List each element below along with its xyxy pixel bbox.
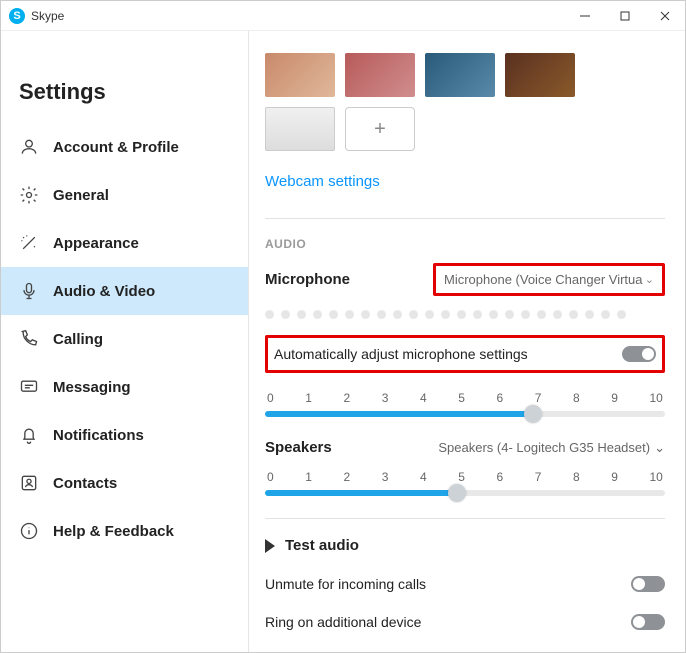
sidebar-item-general[interactable]: General	[1, 171, 248, 219]
speakers-label: Speakers	[265, 439, 332, 456]
microphone-dropdown[interactable]: Microphone (Voice Changer Virtua	[444, 272, 643, 287]
gear-icon	[19, 185, 39, 205]
sidebar-item-audio-video[interactable]: Audio & Video	[1, 267, 248, 315]
auto-adjust-label: Automatically adjust microphone settings	[274, 346, 528, 362]
background-thumbnail[interactable]	[265, 107, 335, 151]
unmute-label: Unmute for incoming calls	[265, 576, 426, 592]
sidebar-item-account[interactable]: Account & Profile	[1, 123, 248, 171]
sidebar-item-label: Account & Profile	[53, 139, 179, 156]
settings-main: + Webcam settings AUDIO Microphone Micro…	[249, 31, 685, 652]
speakers-dropdown[interactable]: Speakers (4- Logitech G35 Headset) ⌄	[438, 440, 665, 456]
sidebar-item-label: Audio & Video	[53, 283, 155, 300]
microphone-row: Microphone Microphone (Voice Changer Vir…	[265, 263, 665, 296]
contacts-icon	[19, 473, 39, 493]
person-icon	[19, 137, 39, 157]
slider-ticks: 012345678910	[265, 391, 665, 405]
sidebar-item-calling[interactable]: Calling	[1, 315, 248, 363]
chevron-down-icon: ⌄	[654, 440, 665, 456]
slider-ticks: 012345678910	[265, 470, 665, 484]
chevron-down-icon: ⌄	[645, 273, 654, 286]
sidebar-item-messaging[interactable]: Messaging	[1, 363, 248, 411]
background-thumbnail[interactable]	[505, 53, 575, 97]
ring-additional-toggle[interactable]	[631, 614, 665, 630]
titlebar: S Skype	[1, 1, 685, 31]
annotation-highlight: Automatically adjust microphone settings	[265, 335, 665, 373]
settings-sidebar: Settings Account & Profile General Appea…	[1, 31, 249, 652]
unmute-incoming-toggle[interactable]	[631, 576, 665, 592]
microphone-volume-slider[interactable]: 012345678910	[265, 391, 665, 417]
close-button[interactable]	[645, 1, 685, 31]
slider-thumb[interactable]	[524, 405, 542, 423]
annotation-highlight: Microphone (Voice Changer Virtua ⌄	[433, 263, 665, 296]
sidebar-item-label: Calling	[53, 331, 103, 348]
ring-label: Ring on additional device	[265, 614, 421, 630]
settings-heading: Settings	[1, 79, 248, 123]
slider-thumb[interactable]	[448, 484, 466, 502]
divider	[265, 518, 665, 519]
microphone-label: Microphone	[265, 271, 350, 288]
sidebar-item-label: Messaging	[53, 379, 131, 396]
wand-icon	[19, 233, 39, 253]
ring-additional-row: Ring on additional device	[265, 614, 665, 630]
background-thumbnails-row-1	[265, 53, 665, 97]
sidebar-item-label: General	[53, 187, 109, 204]
sidebar-item-appearance[interactable]: Appearance	[1, 219, 248, 267]
sidebar-item-contacts[interactable]: Contacts	[1, 459, 248, 507]
phone-icon	[19, 329, 39, 349]
skype-logo-icon: S	[9, 8, 25, 24]
auto-adjust-toggle[interactable]	[622, 346, 656, 362]
minimize-button[interactable]	[565, 1, 605, 31]
background-thumbnail[interactable]	[425, 53, 495, 97]
message-icon	[19, 377, 39, 397]
unmute-incoming-row: Unmute for incoming calls	[265, 576, 665, 592]
plus-icon: +	[374, 118, 386, 141]
sidebar-item-help[interactable]: Help & Feedback	[1, 507, 248, 555]
play-icon	[265, 539, 275, 553]
maximize-button[interactable]	[605, 1, 645, 31]
background-thumbnail[interactable]	[265, 53, 335, 97]
sidebar-item-label: Notifications	[53, 427, 144, 444]
background-thumbnail[interactable]	[345, 53, 415, 97]
speakers-row: Speakers Speakers (4- Logitech G35 Heads…	[265, 439, 665, 456]
speaker-volume-slider[interactable]: 012345678910	[265, 470, 665, 496]
info-icon	[19, 521, 39, 541]
sidebar-item-notifications[interactable]: Notifications	[1, 411, 248, 459]
microphone-icon	[19, 281, 39, 301]
sidebar-item-label: Contacts	[53, 475, 117, 492]
window-title: Skype	[31, 9, 64, 23]
background-thumbnails-row-2: +	[265, 107, 665, 151]
bell-icon	[19, 425, 39, 445]
divider	[265, 218, 665, 219]
test-audio-button[interactable]: Test audio	[265, 537, 665, 554]
audio-section-label: AUDIO	[265, 237, 665, 251]
webcam-settings-link[interactable]: Webcam settings	[265, 173, 380, 190]
sidebar-item-label: Appearance	[53, 235, 139, 252]
microphone-level-meter	[265, 310, 665, 319]
add-background-button[interactable]: +	[345, 107, 415, 151]
sidebar-item-label: Help & Feedback	[53, 523, 174, 540]
window-controls	[565, 1, 685, 31]
